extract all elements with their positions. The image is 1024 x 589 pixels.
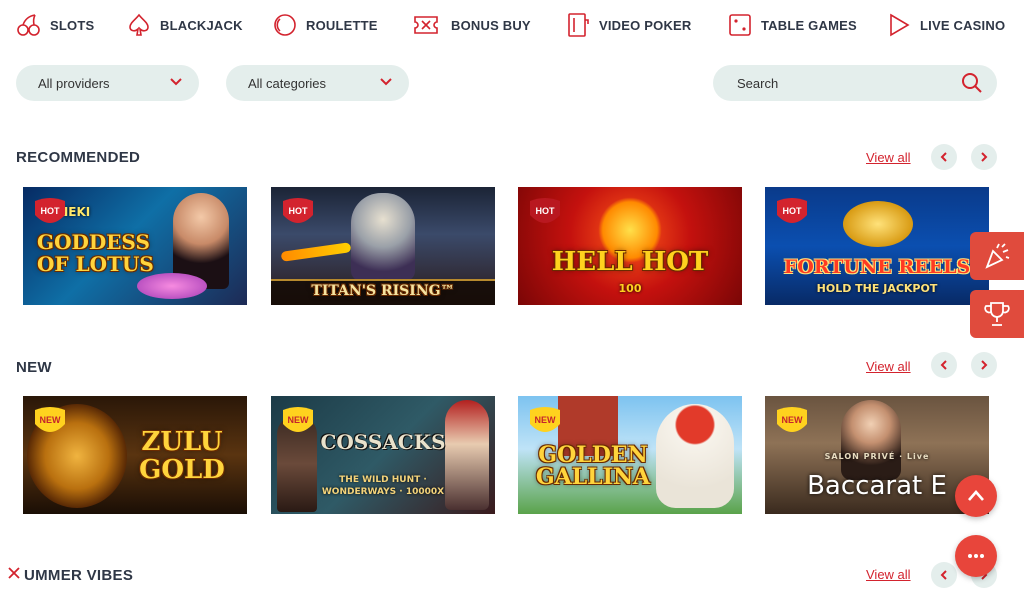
badge-label: NEW bbox=[781, 415, 803, 425]
game-title: FORTUNE REELS bbox=[783, 256, 971, 278]
dealer-art bbox=[841, 400, 901, 480]
chevron-right-icon bbox=[981, 360, 988, 370]
game-subtitle: SALON PRIVÉ · Live bbox=[824, 452, 930, 461]
section-title: UMMER VIBES bbox=[24, 567, 134, 584]
hot-badge: HOT bbox=[528, 197, 562, 229]
coin-art bbox=[843, 201, 913, 247]
nav-label: SLOTS bbox=[50, 17, 95, 33]
nav-item-bonus-buy[interactable]: BONUS BUY bbox=[409, 10, 531, 40]
badge-label: HOT bbox=[782, 206, 802, 216]
badge-label: HOT bbox=[288, 206, 308, 216]
nav-label: BONUS BUY bbox=[451, 17, 531, 33]
prev-button[interactable] bbox=[931, 144, 957, 170]
scroll-top-button[interactable] bbox=[955, 475, 997, 517]
game-title: ZULU GOLD bbox=[139, 427, 225, 485]
search-input[interactable] bbox=[713, 65, 953, 101]
nav-item-video-poker[interactable]: VIDEO POKER bbox=[565, 10, 692, 40]
game-card[interactable]: ZULU GOLD NEW bbox=[23, 396, 247, 514]
nav-label: VIDEO POKER bbox=[599, 17, 692, 33]
search-box bbox=[713, 65, 997, 101]
categories-value: All categories bbox=[248, 75, 327, 91]
game-title: TITAN'S RISING™ bbox=[311, 283, 455, 299]
badge-label: NEW bbox=[39, 415, 61, 425]
hot-badge: HOT bbox=[281, 197, 315, 229]
badge-label: HOT bbox=[535, 206, 555, 216]
chevron-right-icon bbox=[981, 152, 988, 162]
tournaments-tab[interactable] bbox=[970, 290, 1024, 338]
dice-icon bbox=[729, 14, 751, 36]
section-title: RECOMMENDED bbox=[16, 149, 141, 166]
chevron-down-icon bbox=[380, 78, 392, 86]
nav-item-blackjack[interactable]: BLACKJACK bbox=[126, 10, 243, 40]
game-subtitle: HOLD THE JACKPOT bbox=[816, 282, 938, 295]
game-subtitle: 100 bbox=[618, 282, 642, 295]
game-card[interactable]: FORTUNE REELS HOLD THE JACKPOT HOT bbox=[765, 187, 989, 305]
new-badge: NEW bbox=[775, 406, 809, 438]
trophy-icon bbox=[984, 302, 1010, 326]
chevron-left-icon bbox=[940, 152, 947, 162]
more-dots-icon bbox=[968, 554, 984, 558]
badge-label: NEW bbox=[287, 415, 309, 425]
rooster-art bbox=[656, 404, 734, 508]
chevron-left-icon bbox=[940, 570, 947, 580]
game-card[interactable]: MANEKI GODDESS OF LOTUS HOT bbox=[23, 187, 247, 305]
party-popper-icon bbox=[985, 243, 1010, 269]
game-title: GOLDEN GALLINA bbox=[535, 442, 651, 490]
providers-value: All providers bbox=[38, 75, 110, 91]
providers-dropdown[interactable]: All providers bbox=[16, 65, 199, 101]
game-title: Baccarat E bbox=[807, 471, 947, 501]
category-nav: SLOTS BLACKJACK ROULETTE BONUS BUY VIDEO… bbox=[0, 0, 1024, 50]
nav-label: TABLE GAMES bbox=[761, 17, 857, 33]
video-poker-icon bbox=[568, 13, 589, 37]
promotions-tab[interactable] bbox=[970, 232, 1024, 280]
chevron-up-icon bbox=[968, 490, 984, 501]
nav-item-live-casino[interactable]: LIVE CASINO bbox=[886, 10, 1005, 40]
game-card[interactable]: TITAN'S RISING™ HOT bbox=[271, 187, 495, 305]
prev-button[interactable] bbox=[931, 562, 957, 588]
cherries-icon bbox=[17, 14, 40, 36]
nav-item-roulette[interactable]: ROULETTE bbox=[272, 10, 378, 40]
view-all-link[interactable]: View all bbox=[866, 567, 911, 582]
game-title: HELL HOT bbox=[551, 247, 709, 277]
categories-dropdown[interactable]: All categories bbox=[226, 65, 409, 101]
game-card[interactable]: HELL HOT 100 HOT bbox=[518, 187, 742, 305]
new-badge: NEW bbox=[33, 406, 67, 438]
lotus-art bbox=[137, 273, 207, 299]
chat-button[interactable] bbox=[955, 535, 997, 577]
card-art bbox=[351, 193, 415, 281]
search-icon[interactable] bbox=[961, 72, 983, 94]
prev-button[interactable] bbox=[931, 352, 957, 378]
chevron-left-icon bbox=[940, 360, 947, 370]
badge-label: HOT bbox=[40, 206, 60, 216]
roulette-icon bbox=[274, 14, 296, 36]
new-badge: NEW bbox=[528, 406, 562, 438]
game-title: GODDESS OF LOTUS bbox=[37, 230, 154, 276]
new-badge: NEW bbox=[281, 406, 315, 438]
view-all-link[interactable]: View all bbox=[866, 150, 911, 165]
section-recommended: RECOMMENDED View all MANEKI GODDESS OF L… bbox=[0, 144, 1024, 315]
next-button[interactable] bbox=[971, 352, 997, 378]
badge-label: NEW bbox=[534, 415, 556, 425]
game-card[interactable]: COSSACKS THE WILD HUNT · WONDERWAYS · 10… bbox=[271, 396, 495, 514]
hot-badge: HOT bbox=[775, 197, 809, 229]
hot-badge: HOT bbox=[33, 197, 67, 229]
game-subtitle: THE WILD HUNT · WONDERWAYS · 10000X bbox=[321, 475, 445, 497]
close-icon[interactable] bbox=[7, 566, 21, 580]
view-all-link[interactable]: View all bbox=[866, 359, 911, 374]
nav-item-slots[interactable]: SLOTS bbox=[16, 10, 94, 40]
nav-label: ROULETTE bbox=[306, 17, 378, 33]
chevron-down-icon bbox=[170, 78, 182, 86]
game-card[interactable]: GOLDEN GALLINA NEW bbox=[518, 396, 742, 514]
section-summer-vibes: UMMER VIBES View all bbox=[0, 562, 1024, 589]
nav-label: LIVE CASINO bbox=[920, 17, 1006, 33]
section-title: NEW bbox=[16, 359, 52, 376]
next-button[interactable] bbox=[971, 144, 997, 170]
nav-label: BLACKJACK bbox=[160, 17, 243, 33]
play-icon bbox=[890, 13, 910, 37]
ticket-icon bbox=[414, 16, 438, 34]
spade-icon bbox=[129, 13, 149, 36]
nav-item-table-games[interactable]: TABLE GAMES bbox=[727, 10, 857, 40]
fire-art bbox=[280, 242, 352, 262]
section-new: NEW View all ZULU GOLD NEW COSSACKS THE … bbox=[0, 352, 1024, 525]
